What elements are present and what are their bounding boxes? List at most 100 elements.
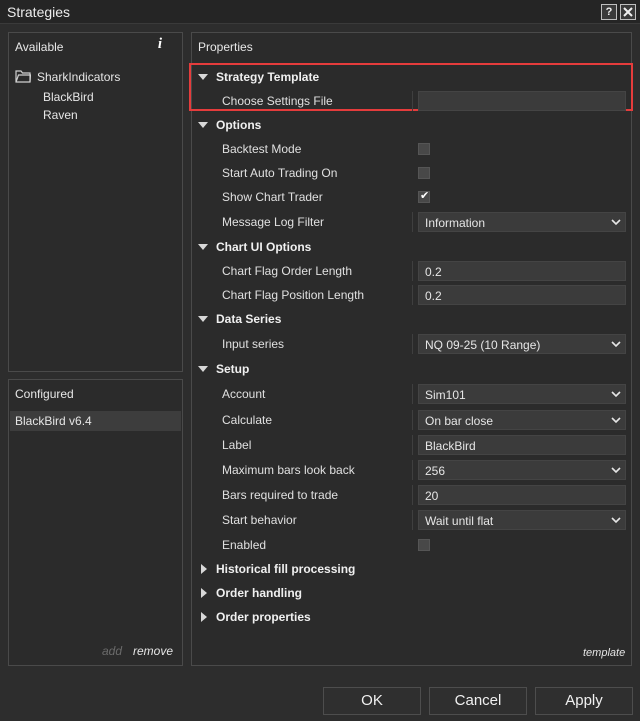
prop-label: Start behavior [222,513,297,527]
select-value: Sim101 [425,388,466,402]
divider [412,410,413,430]
window-title: Strategies [7,4,71,20]
expand-arrow-icon [198,316,208,322]
category-historical-fill[interactable]: Historical fill processing [192,557,631,581]
divider [412,435,413,455]
prop-label: Label [222,438,252,452]
title-bar: Strategies ? [0,0,640,24]
prop-label: Bars required to trade [222,488,339,502]
prop-label: Input series [222,337,285,351]
row-message-log-filter: Message Log Filter Information [192,210,631,234]
help-button[interactable]: ? [601,4,617,20]
category-chart-ui-options[interactable]: Chart UI Options [192,235,631,259]
apply-button[interactable]: Apply [535,687,633,715]
category-label: Data Series [216,312,282,326]
chart-flag-order-length-input[interactable]: 0.2 [418,261,626,281]
prop-label: Calculate [222,413,273,427]
available-header: Available i [9,33,182,59]
configured-header-label: Configured [15,387,74,401]
start-behavior-select[interactable]: Wait until flat [418,510,626,530]
row-label: Label BlackBird [192,433,631,457]
collapse-arrow-icon [201,612,207,622]
remove-link[interactable]: remove [133,644,173,658]
select-value: 256 [425,464,446,478]
select-value: NQ 09-25 (10 Range) [425,338,541,352]
prop-label: Account [222,387,266,401]
category-options[interactable]: Options [192,113,631,137]
divider [412,384,413,404]
properties-header: Properties [192,33,631,59]
row-choose-settings-file: Choose Settings File [192,89,631,113]
bars-required-input[interactable]: 20 [418,485,626,505]
divider [412,212,413,232]
configured-panel: Configured BlackBird v6.4 add remove [8,379,183,666]
category-label: Strategy Template [216,70,320,84]
divider [412,285,413,305]
folder-icon [15,70,31,83]
input-series-select[interactable]: NQ 09-25 (10 Range) [418,334,626,354]
prop-label: Maximum bars look back [222,463,355,477]
row-start-auto-trading: Start Auto Trading On [192,161,631,185]
category-data-series[interactable]: Data Series [192,307,631,331]
divider [412,460,413,480]
category-setup[interactable]: Setup [192,357,631,381]
category-order-properties[interactable]: Order properties [192,605,631,629]
tree-item-blackbird[interactable]: BlackBird [43,90,94,104]
divider [412,485,413,505]
prop-label: Start Auto Trading On [222,166,338,180]
chevron-down-icon [611,391,621,398]
max-bars-select[interactable]: 256 [418,460,626,480]
category-label: Chart UI Options [216,240,312,254]
ok-button[interactable]: OK [323,687,421,715]
tree-item-raven[interactable]: Raven [43,108,78,122]
chevron-down-icon [611,341,621,348]
expand-arrow-icon [198,122,208,128]
properties-panel: Properties Strategy Template Choose Sett… [189,32,633,666]
expand-arrow-icon [198,366,208,372]
available-header-label: Available [15,40,64,54]
chart-flag-position-length-input[interactable]: 0.2 [418,285,626,305]
prop-label: Backtest Mode [222,142,302,156]
field-value: 0.2 [425,265,442,279]
label-input[interactable]: BlackBird [418,435,626,455]
row-backtest-mode: Backtest Mode [192,137,631,161]
message-log-filter-select[interactable]: Information [418,212,626,232]
select-value: On bar close [425,414,494,428]
chevron-down-icon [611,219,621,226]
add-link[interactable]: add [102,644,122,658]
account-select[interactable]: Sim101 [418,384,626,404]
properties-header-label: Properties [198,40,253,54]
divider [412,510,413,530]
divider [412,334,413,354]
prop-label: Chart Flag Position Length [222,288,365,302]
expand-arrow-icon [198,244,208,250]
row-start-behavior: Start behavior Wait until flat [192,508,631,532]
close-button[interactable] [620,4,636,20]
start-auto-trading-checkbox[interactable] [418,167,430,179]
configured-item[interactable]: BlackBird v6.4 [10,411,181,431]
settings-file-field[interactable] [418,91,626,111]
enabled-checkbox[interactable] [418,539,430,551]
row-maximum-bars-look-back: Maximum bars look back 256 [192,458,631,482]
folder-label: SharkIndicators [37,70,121,84]
row-chart-flag-position-length: Chart Flag Position Length 0.2 [192,283,631,307]
category-label: Setup [216,362,250,376]
category-label: Historical fill processing [216,562,356,576]
prop-label: Choose Settings File [222,94,333,108]
category-strategy-template[interactable]: Strategy Template [192,65,631,89]
chevron-down-icon [611,517,621,524]
backtest-mode-checkbox[interactable] [418,143,430,155]
template-link[interactable]: template [583,647,625,659]
field-value: 0.2 [425,289,442,303]
close-icon [623,7,633,17]
configured-header: Configured [9,380,182,406]
info-icon[interactable]: i [158,36,162,53]
category-order-handling[interactable]: Order handling [192,581,631,605]
prop-label: Enabled [222,538,267,552]
chevron-down-icon [611,417,621,424]
divider [412,91,413,111]
calculate-select[interactable]: On bar close [418,410,626,430]
show-chart-trader-checkbox[interactable]: ✔ [418,190,430,203]
cancel-button[interactable]: Cancel [429,687,527,715]
field-value: BlackBird [425,439,476,453]
